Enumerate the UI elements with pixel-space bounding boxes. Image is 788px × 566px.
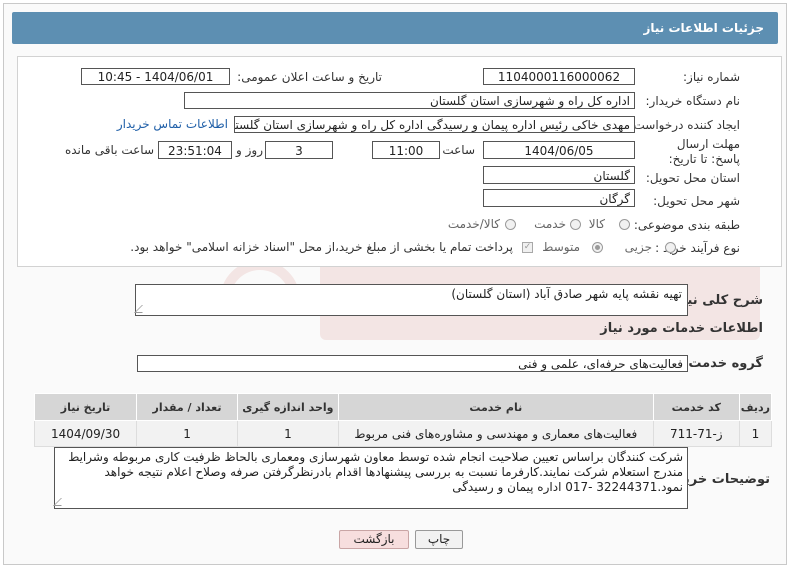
resize-grip-icon[interactable] bbox=[134, 305, 150, 313]
buyer-notes-textarea: شرکت کنندگان براساس تعیین صلاحیت انجام ش… bbox=[53, 447, 688, 509]
summary-textarea: تهیه نقشه پایه شهر صادق آباد (استان گلست… bbox=[134, 284, 688, 316]
need-number-field: 1104000116000062 bbox=[483, 68, 635, 85]
remaining-time-field: 23:51:04 bbox=[158, 141, 232, 159]
services-table: ردیف کد خدمت نام خدمت واحد اندازه گیری ت… bbox=[33, 393, 773, 447]
category-option-goods: کالا bbox=[588, 217, 605, 231]
service-group-field: فعالیت‌های حرفه‌ای، علمی و فنی bbox=[137, 355, 688, 372]
process-option-medium: متوسط bbox=[542, 240, 580, 254]
cell-code: ز-71-711 bbox=[652, 420, 740, 447]
buyer-notes-text: شرکت کنندگان براساس تعیین صلاحیت انجام ش… bbox=[68, 450, 683, 494]
category-radio-service[interactable] bbox=[570, 219, 581, 230]
category-label: طبقه بندی موضوعی: bbox=[633, 218, 740, 232]
creator-field: مهدی خاکی رئیس اداره پیمان و رسیدگی ادار… bbox=[234, 116, 635, 133]
buyer-org-field: اداره کل راه و شهرسازی استان گلستان bbox=[184, 92, 635, 109]
deadline-label: مهلت ارسال پاسخ: تا تاریخ: bbox=[668, 137, 740, 166]
column-header-name: نام خدمت bbox=[337, 393, 654, 421]
cell-qty: 1 bbox=[136, 420, 238, 447]
payment-note: پرداخت تمام یا بخشی از مبلغ خرید،از محل … bbox=[130, 240, 513, 254]
category-radio-goods[interactable] bbox=[619, 219, 630, 230]
cell-name: فعالیت‌های معماری و مهندسی و مشاوره‌های … bbox=[337, 420, 654, 447]
deadline-time-field: 11:00 bbox=[372, 141, 440, 159]
need-number-label: شماره نیاز: bbox=[683, 70, 740, 84]
remaining-label: ساعت باقی مانده bbox=[64, 143, 154, 157]
column-header-row: ردیف bbox=[738, 393, 773, 421]
cell-unit: 1 bbox=[236, 420, 339, 447]
category-radio-goods-service[interactable] bbox=[505, 219, 516, 230]
city-field: گرگان bbox=[483, 189, 635, 207]
announce-label: تاریخ و ساعت اعلان عمومی: bbox=[237, 70, 382, 84]
process-radio-medium[interactable] bbox=[592, 242, 603, 253]
table-row: 1 ز-71-711 فعالیت‌های معماری و مهندسی و … bbox=[33, 420, 773, 447]
time-label: ساعت bbox=[442, 143, 475, 157]
back-button[interactable]: بازگشت bbox=[339, 530, 409, 549]
deadline-date-field: 1404/06/05 bbox=[483, 141, 635, 159]
service-group-label: گروه خدمت: bbox=[683, 356, 763, 371]
print-button[interactable]: چاپ bbox=[415, 530, 463, 549]
services-section-title: اطلاعات خدمات مورد نیاز bbox=[600, 321, 763, 336]
treasury-checkbox[interactable]: ✓ bbox=[522, 242, 533, 253]
process-option-minor: جزیی bbox=[624, 240, 652, 254]
cell-row: 1 bbox=[738, 420, 773, 447]
summary-text: تهیه نقشه پایه شهر صادق آباد (استان گلست… bbox=[451, 287, 682, 301]
table-header-row: ردیف کد خدمت نام خدمت واحد اندازه گیری ت… bbox=[33, 393, 773, 421]
days-field: 3 bbox=[265, 141, 333, 159]
creator-label: ایجاد کننده درخواست: bbox=[629, 118, 740, 132]
page-header: جزئیات اطلاعات نیاز bbox=[12, 12, 778, 44]
buyer-org-label: نام دستگاه خریدار: bbox=[645, 94, 741, 108]
category-option-goods-service: کالا/خدمت bbox=[447, 217, 500, 231]
column-header-date: تاریخ نیاز bbox=[33, 393, 138, 421]
buyer-contact-link[interactable]: اطلاعات تماس خریدار bbox=[117, 117, 228, 131]
province-label: استان محل تحویل: bbox=[645, 171, 740, 185]
page-title: جزئیات اطلاعات نیاز bbox=[643, 21, 764, 35]
days-label: روز و bbox=[236, 143, 263, 157]
province-field: گلستان bbox=[483, 166, 635, 184]
city-label: شهر محل تحویل: bbox=[653, 194, 740, 208]
cell-date: 1404/09/30 bbox=[33, 420, 138, 447]
column-header-unit: واحد اندازه گیری bbox=[236, 393, 339, 421]
resize-grip-icon[interactable] bbox=[53, 498, 69, 506]
column-header-qty: تعداد / مقدار bbox=[136, 393, 238, 421]
process-radio-minor[interactable] bbox=[665, 242, 676, 253]
category-option-service: خدمت bbox=[534, 217, 566, 231]
announce-field: 1404/06/01 - 10:45 bbox=[81, 68, 230, 85]
column-header-code: کد خدمت bbox=[652, 393, 740, 421]
